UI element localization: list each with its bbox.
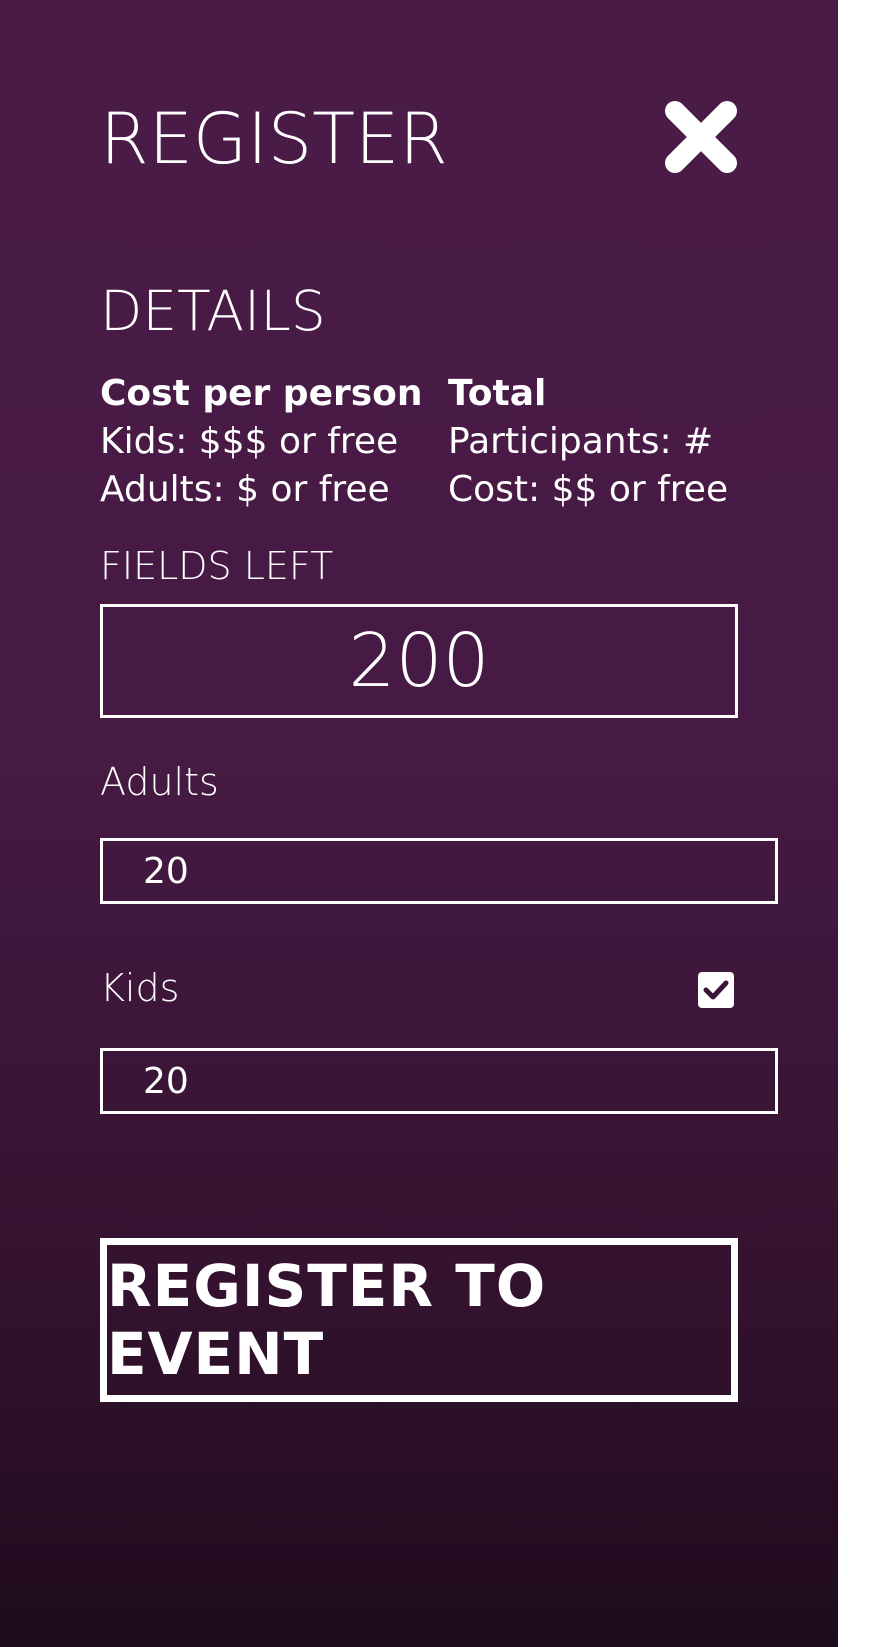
cost-per-person-column: Cost per person Kids: $$$ or free Adults…: [100, 370, 423, 514]
total-column: Total Participants: # Cost: $$ or free: [448, 370, 728, 514]
kids-input[interactable]: [100, 1048, 778, 1114]
register-to-event-button[interactable]: REGISTER TO EVENT: [100, 1238, 738, 1402]
checkmark-icon: [703, 980, 729, 1000]
page-title: REGISTER: [100, 98, 448, 180]
adults-input[interactable]: [100, 838, 778, 904]
total-heading: Total: [448, 373, 547, 414]
fields-left-label: FIELDS LEFT: [100, 544, 334, 588]
close-button[interactable]: [664, 100, 738, 174]
adults-label: Adults: [100, 760, 219, 804]
adults-cost: Adults: $ or free: [100, 469, 390, 510]
participants-total: Participants: #: [448, 421, 714, 462]
details-heading: DETAILS: [100, 279, 326, 343]
cost-total: Cost: $$ or free: [448, 469, 729, 510]
fields-left-value: 200: [348, 618, 490, 704]
kids-label: Kids: [100, 966, 180, 1010]
register-panel: REGISTER DETAILS Cost per person Kids: $…: [0, 0, 838, 1647]
close-icon: [665, 101, 737, 173]
kids-cost: Kids: $$$ or free: [100, 421, 399, 462]
cost-per-person-heading: Cost per person: [100, 373, 423, 414]
fields-left-counter: 200: [100, 604, 738, 718]
register-to-event-label: REGISTER TO EVENT: [107, 1252, 547, 1388]
kids-checkbox[interactable]: [698, 972, 734, 1008]
